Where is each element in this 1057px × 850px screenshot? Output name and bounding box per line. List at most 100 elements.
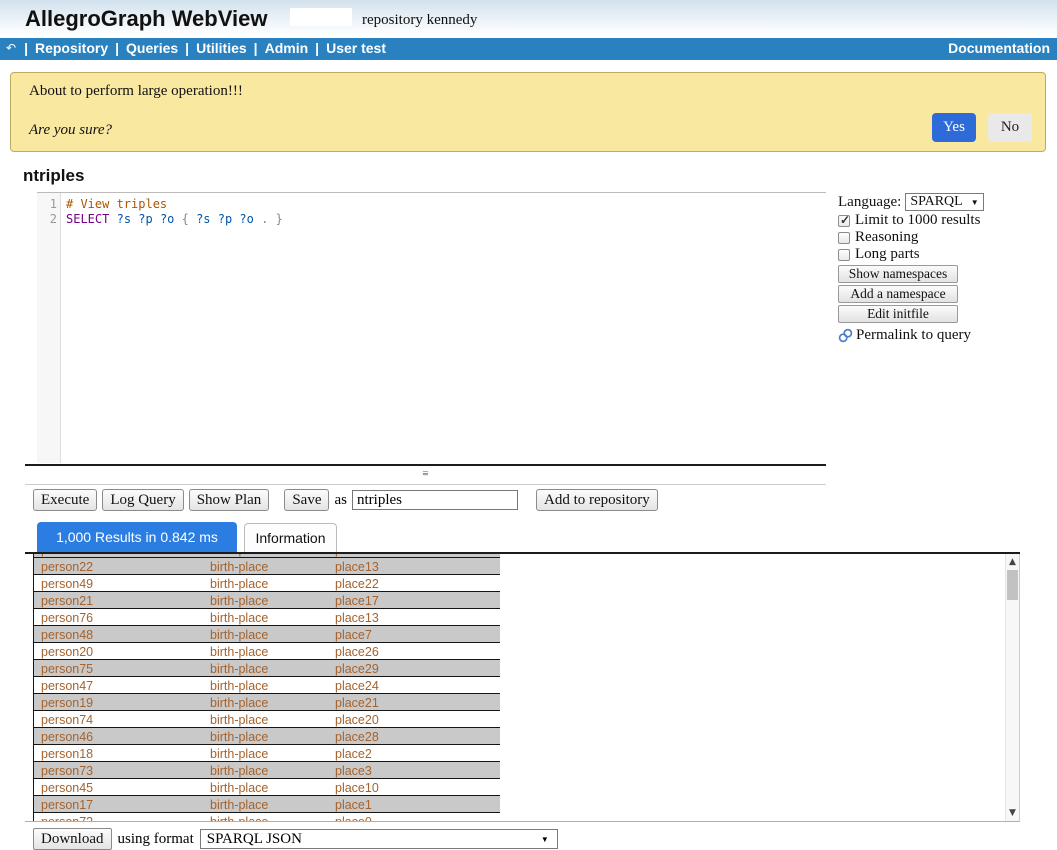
warning-dialog: About to perform large operation!!! Are …	[10, 72, 1046, 152]
warning-message: About to perform large operation!!!	[29, 83, 243, 100]
format-select[interactable]: SPARQL JSON ▼	[200, 829, 558, 849]
table-cell[interactable]: birth-place	[203, 762, 328, 778]
editor-code[interactable]: # View triplesSELECT ?s ?p ?o { ?s ?p ?o…	[61, 193, 283, 463]
table-cell[interactable]: place7	[328, 626, 500, 642]
nav-separator: |	[315, 40, 319, 56]
tab-results[interactable]: 1,000 Results in 0.842 ms	[37, 522, 237, 552]
language-select[interactable]: SPARQL ▼	[905, 193, 983, 211]
table-cell[interactable]: place13	[328, 609, 500, 625]
table-row: person74birth-placeplace20	[34, 711, 500, 728]
nav-documentation[interactable]: Documentation	[948, 40, 1050, 56]
checkbox-long-parts[interactable]	[838, 249, 850, 261]
nav-item-utilities[interactable]: Utilities	[196, 40, 247, 56]
table-cell[interactable]: place13	[328, 558, 500, 574]
table-cell[interactable]: place1	[328, 796, 500, 812]
add-a-namespace-button[interactable]: Add a namespace	[838, 285, 958, 303]
no-button[interactable]: No	[988, 113, 1032, 142]
table-cell[interactable]: person46	[34, 728, 203, 744]
table-cell[interactable]: person72	[34, 813, 203, 822]
save-name-input[interactable]	[352, 490, 518, 510]
table-cell[interactable]: place26	[328, 643, 500, 659]
table-cell[interactable]: birth-place	[203, 728, 328, 744]
header-blank-box	[290, 8, 352, 26]
table-cell[interactable]: place29	[328, 660, 500, 676]
nav-item-repository[interactable]: Repository	[35, 40, 108, 56]
table-row: person45birth-placeplace10	[34, 779, 500, 796]
table-cell[interactable]: birth-place	[203, 779, 328, 795]
code-line: SELECT ?s ?p ?o { ?s ?p ?o . }	[66, 212, 283, 227]
warning-question: Are you sure?	[29, 122, 112, 139]
table-cell[interactable]: person76	[34, 609, 203, 625]
table-cell[interactable]: place10	[328, 779, 500, 795]
table-cell[interactable]: person22	[34, 558, 203, 574]
table-cell[interactable]: birth-place	[203, 626, 328, 642]
resize-grip-icon: ≡	[422, 468, 428, 480]
results-scrollbar[interactable]: ▲ ▼	[1005, 554, 1019, 821]
checkbox-limit-to-1000-results[interactable]	[838, 215, 850, 227]
scroll-up-icon[interactable]: ▲	[1006, 557, 1019, 567]
table-cell[interactable]: birth-place	[203, 592, 328, 608]
table-cell[interactable]: person45	[34, 779, 203, 795]
scrollbar-thumb[interactable]	[1007, 570, 1018, 600]
table-cell[interactable]: birth-place	[203, 813, 328, 822]
scroll-down-icon[interactable]: ▼	[1006, 808, 1019, 818]
tab-information[interactable]: Information	[244, 523, 337, 552]
show-namespaces-button[interactable]: Show namespaces	[838, 265, 958, 283]
table-cell[interactable]: birth-place	[203, 745, 328, 761]
table-row: person75birth-placeplace29	[34, 660, 500, 677]
table-row: person49birth-placeplace22	[34, 575, 500, 592]
table-cell[interactable]: place21	[328, 694, 500, 710]
table-cell[interactable]: person48	[34, 626, 203, 642]
table-row: person73birth-placeplace3	[34, 762, 500, 779]
table-cell[interactable]: birth-place	[203, 694, 328, 710]
permalink-to-query[interactable]: Permalink to query	[856, 327, 971, 344]
table-cell[interactable]: person17	[34, 796, 203, 812]
table-row: person72birth-placeplace0	[34, 813, 500, 822]
table-cell[interactable]: birth-place	[203, 677, 328, 693]
nav-item-queries[interactable]: Queries	[126, 40, 178, 56]
checkbox-label: Long parts	[855, 246, 920, 263]
table-cell[interactable]: person19	[34, 694, 203, 710]
table-cell[interactable]: birth-place	[203, 575, 328, 591]
table-cell[interactable]: place28	[328, 728, 500, 744]
table-cell[interactable]: place20	[328, 711, 500, 727]
checkbox-label: Limit to 1000 results	[855, 212, 980, 229]
log-query-button[interactable]: Log Query	[102, 489, 183, 511]
back-icon[interactable]: ↶	[6, 41, 16, 55]
add-to-repository-button[interactable]: Add to repository	[536, 489, 658, 511]
table-cell[interactable]: person49	[34, 575, 203, 591]
save-button[interactable]: Save	[284, 489, 329, 511]
query-editor[interactable]: 12 # View triplesSELECT ?s ?p ?o { ?s ?p…	[37, 192, 826, 463]
table-cell[interactable]: person18	[34, 745, 203, 761]
table-cell[interactable]: birth-place	[203, 643, 328, 659]
table-cell[interactable]: place3	[328, 762, 500, 778]
table-cell[interactable]: birth-place	[203, 796, 328, 812]
yes-button[interactable]: Yes	[932, 113, 976, 142]
table-cell[interactable]: place17	[328, 592, 500, 608]
download-button[interactable]: Download	[33, 828, 112, 850]
show-plan-button[interactable]: Show Plan	[189, 489, 270, 511]
table-cell[interactable]: person21	[34, 592, 203, 608]
results-tabs: 1,000 Results in 0.842 msInformation	[37, 522, 337, 552]
language-label: Language:	[838, 194, 901, 211]
checkbox-reasoning[interactable]	[838, 232, 850, 244]
table-cell[interactable]: person73	[34, 762, 203, 778]
table-cell[interactable]: birth-place	[203, 660, 328, 676]
table-cell[interactable]: person20	[34, 643, 203, 659]
nav-item-admin[interactable]: Admin	[265, 40, 309, 56]
edit-initfile-button[interactable]: Edit initfile	[838, 305, 958, 323]
table-cell[interactable]: place24	[328, 677, 500, 693]
editor-resize-handle[interactable]: ≡	[25, 464, 826, 485]
table-cell[interactable]: birth-place	[203, 711, 328, 727]
app-title: AllegroGraph WebView	[25, 6, 267, 32]
table-cell[interactable]: birth-place	[203, 609, 328, 625]
execute-button[interactable]: Execute	[33, 489, 97, 511]
table-cell[interactable]: place2	[328, 745, 500, 761]
table-cell[interactable]: birth-place	[203, 558, 328, 574]
nav-item-user-test[interactable]: User test	[326, 40, 386, 56]
table-cell[interactable]: place0	[328, 813, 500, 822]
table-cell[interactable]: place22	[328, 575, 500, 591]
table-cell[interactable]: person74	[34, 711, 203, 727]
table-cell[interactable]: person75	[34, 660, 203, 676]
table-cell[interactable]: person47	[34, 677, 203, 693]
